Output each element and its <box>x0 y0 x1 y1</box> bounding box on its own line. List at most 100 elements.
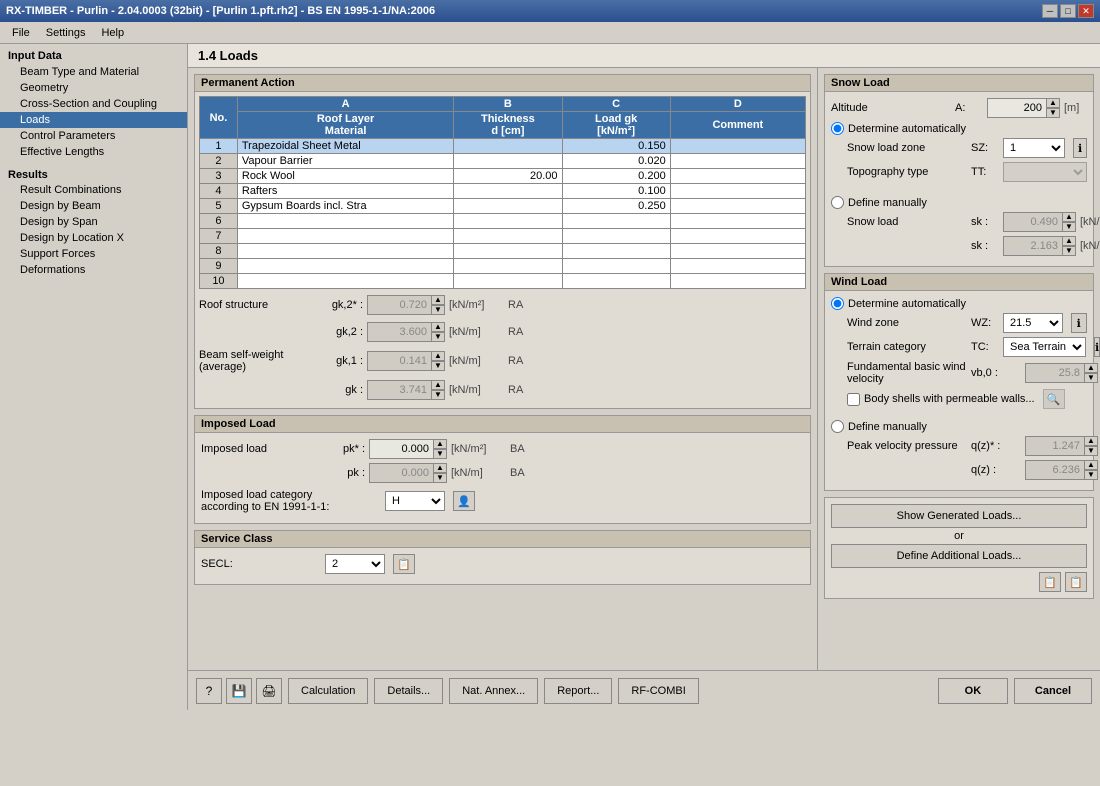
table-row[interactable]: 2 Vapour Barrier 0.020 <box>200 154 806 169</box>
row-d[interactable] <box>670 259 805 274</box>
snow-manual-radio[interactable] <box>831 196 844 209</box>
sidebar-item-result-combinations[interactable]: Result Combinations <box>0 182 187 198</box>
row-a[interactable]: Rafters <box>237 184 453 199</box>
row-d[interactable] <box>670 274 805 289</box>
table-row[interactable]: 4 Rafters 0.100 <box>200 184 806 199</box>
row-a[interactable] <box>237 259 453 274</box>
sidebar-item-design-beam[interactable]: Design by Beam <box>0 198 187 214</box>
gen-loads-icon2[interactable]: 📋 <box>1065 572 1087 592</box>
rf-combi-btn[interactable]: RF-COMBI <box>618 678 698 704</box>
snow-zone-info-btn[interactable]: ℹ <box>1073 138 1087 158</box>
category-info-btn[interactable]: 👤 <box>453 491 475 511</box>
topo-select[interactable] <box>1003 162 1087 182</box>
close-button[interactable]: ✕ <box>1078 4 1094 18</box>
sk2-spinner[interactable]: ▲▼ <box>1062 236 1076 256</box>
sidebar-item-effective-lengths[interactable]: Effective Lengths <box>0 144 187 160</box>
row-b[interactable] <box>454 199 562 214</box>
row-a[interactable] <box>237 274 453 289</box>
row-d[interactable] <box>670 229 805 244</box>
row-a[interactable]: Gypsum Boards incl. Stra <box>237 199 453 214</box>
row-b[interactable] <box>454 229 562 244</box>
row-c[interactable] <box>562 214 670 229</box>
define-additional-loads-btn[interactable]: Define Additional Loads... <box>831 544 1087 568</box>
menu-help[interactable]: Help <box>93 25 132 41</box>
row-c[interactable]: 0.200 <box>562 169 670 184</box>
row-c[interactable]: 0.020 <box>562 154 670 169</box>
row-a[interactable]: Vapour Barrier <box>237 154 453 169</box>
terrain-info-btn[interactable]: ℹ <box>1094 337 1100 357</box>
table-row[interactable]: 6 <box>200 214 806 229</box>
basic-wind-spinner[interactable]: ▲▼ <box>1084 363 1098 383</box>
menu-settings[interactable]: Settings <box>38 25 94 41</box>
table-row[interactable]: 3 Rock Wool 20.00 0.200 <box>200 169 806 184</box>
row-c[interactable] <box>562 244 670 259</box>
wind-zone-info-btn[interactable]: ℹ <box>1071 313 1087 333</box>
row-b[interactable] <box>454 154 562 169</box>
row-b[interactable] <box>454 139 562 154</box>
row-b[interactable]: 20.00 <box>454 169 562 184</box>
row-a[interactable]: Trapezoidal Sheet Metal <box>237 139 453 154</box>
sidebar-item-design-span[interactable]: Design by Span <box>0 214 187 230</box>
snow-zone-select[interactable]: 1 2 3 <box>1003 138 1065 158</box>
sidebar-item-control-params[interactable]: Control Parameters <box>0 128 187 144</box>
gk-spinner[interactable]: ▲▼ <box>431 380 445 400</box>
altitude-spinner[interactable]: ▲▼ <box>1046 98 1060 118</box>
sidebar-item-beam-type[interactable]: Beam Type and Material <box>0 64 187 80</box>
row-a[interactable] <box>237 229 453 244</box>
gk2-spinner[interactable]: ▲▼ <box>431 295 445 315</box>
pk-spinner[interactable]: ▲▼ <box>433 463 447 483</box>
table-row[interactable]: 1 Trapezoidal Sheet Metal 0.150 <box>200 139 806 154</box>
row-b[interactable] <box>454 274 562 289</box>
show-generated-loads-btn[interactable]: Show Generated Loads... <box>831 504 1087 528</box>
body-shells-checkbox[interactable] <box>847 393 860 406</box>
row-b[interactable] <box>454 244 562 259</box>
sidebar-item-geometry[interactable]: Geometry <box>0 80 187 96</box>
minimize-button[interactable]: ─ <box>1042 4 1058 18</box>
row-c[interactable] <box>562 274 670 289</box>
maximize-button[interactable]: □ <box>1060 4 1076 18</box>
gen-loads-icon1[interactable]: 📋 <box>1039 572 1061 592</box>
row-d[interactable] <box>670 214 805 229</box>
gk1-spinner[interactable]: ▲▼ <box>431 351 445 371</box>
sidebar-item-design-location[interactable]: Design by Location X <box>0 230 187 246</box>
sidebar-item-loads[interactable]: Loads <box>0 112 187 128</box>
row-d[interactable] <box>670 199 805 214</box>
qz-spinner[interactable]: ▲▼ <box>1084 436 1098 456</box>
help-icon[interactable]: ? <box>196 678 222 704</box>
wind-zone-select[interactable]: 21.5 22 <box>1003 313 1063 333</box>
save-icon[interactable]: 💾 <box>226 678 252 704</box>
sidebar-item-deformations[interactable]: Deformations <box>0 262 187 278</box>
pk-star-spinner[interactable]: ▲▼ <box>433 439 447 459</box>
row-c[interactable]: 0.100 <box>562 184 670 199</box>
table-row[interactable]: 10 <box>200 274 806 289</box>
row-d[interactable] <box>670 169 805 184</box>
table-row[interactable]: 7 <box>200 229 806 244</box>
cancel-btn[interactable]: Cancel <box>1014 678 1092 704</box>
row-a[interactable]: Rock Wool <box>237 169 453 184</box>
snow-auto-radio[interactable] <box>831 122 844 135</box>
gk2b-spinner[interactable]: ▲▼ <box>431 322 445 342</box>
qz2-spinner[interactable]: ▲▼ <box>1084 460 1098 480</box>
altitude-input[interactable] <box>987 98 1047 118</box>
nat-annex-btn[interactable]: Nat. Annex... <box>449 678 538 704</box>
secl-select[interactable]: 2 1 3 <box>325 554 385 574</box>
sk-spinner[interactable]: ▲▼ <box>1062 212 1076 232</box>
report-btn[interactable]: Report... <box>544 678 612 704</box>
row-d[interactable] <box>670 154 805 169</box>
details-btn[interactable]: Details... <box>374 678 443 704</box>
row-d[interactable] <box>670 244 805 259</box>
category-select[interactable]: H A B <box>385 491 445 511</box>
row-c[interactable] <box>562 259 670 274</box>
row-c[interactable]: 0.150 <box>562 139 670 154</box>
pk-star-input[interactable] <box>369 439 434 459</box>
table-row[interactable]: 8 <box>200 244 806 259</box>
row-b[interactable] <box>454 259 562 274</box>
table-row[interactable]: 5 Gypsum Boards incl. Stra 0.250 <box>200 199 806 214</box>
row-a[interactable] <box>237 244 453 259</box>
row-b[interactable] <box>454 184 562 199</box>
sidebar-item-cross-section[interactable]: Cross-Section and Coupling <box>0 96 187 112</box>
body-shells-info-btn[interactable]: 🔍 <box>1043 389 1065 409</box>
print-icon[interactable]: 🖨 <box>256 678 282 704</box>
row-a[interactable] <box>237 214 453 229</box>
sidebar-item-support-forces[interactable]: Support Forces <box>0 246 187 262</box>
